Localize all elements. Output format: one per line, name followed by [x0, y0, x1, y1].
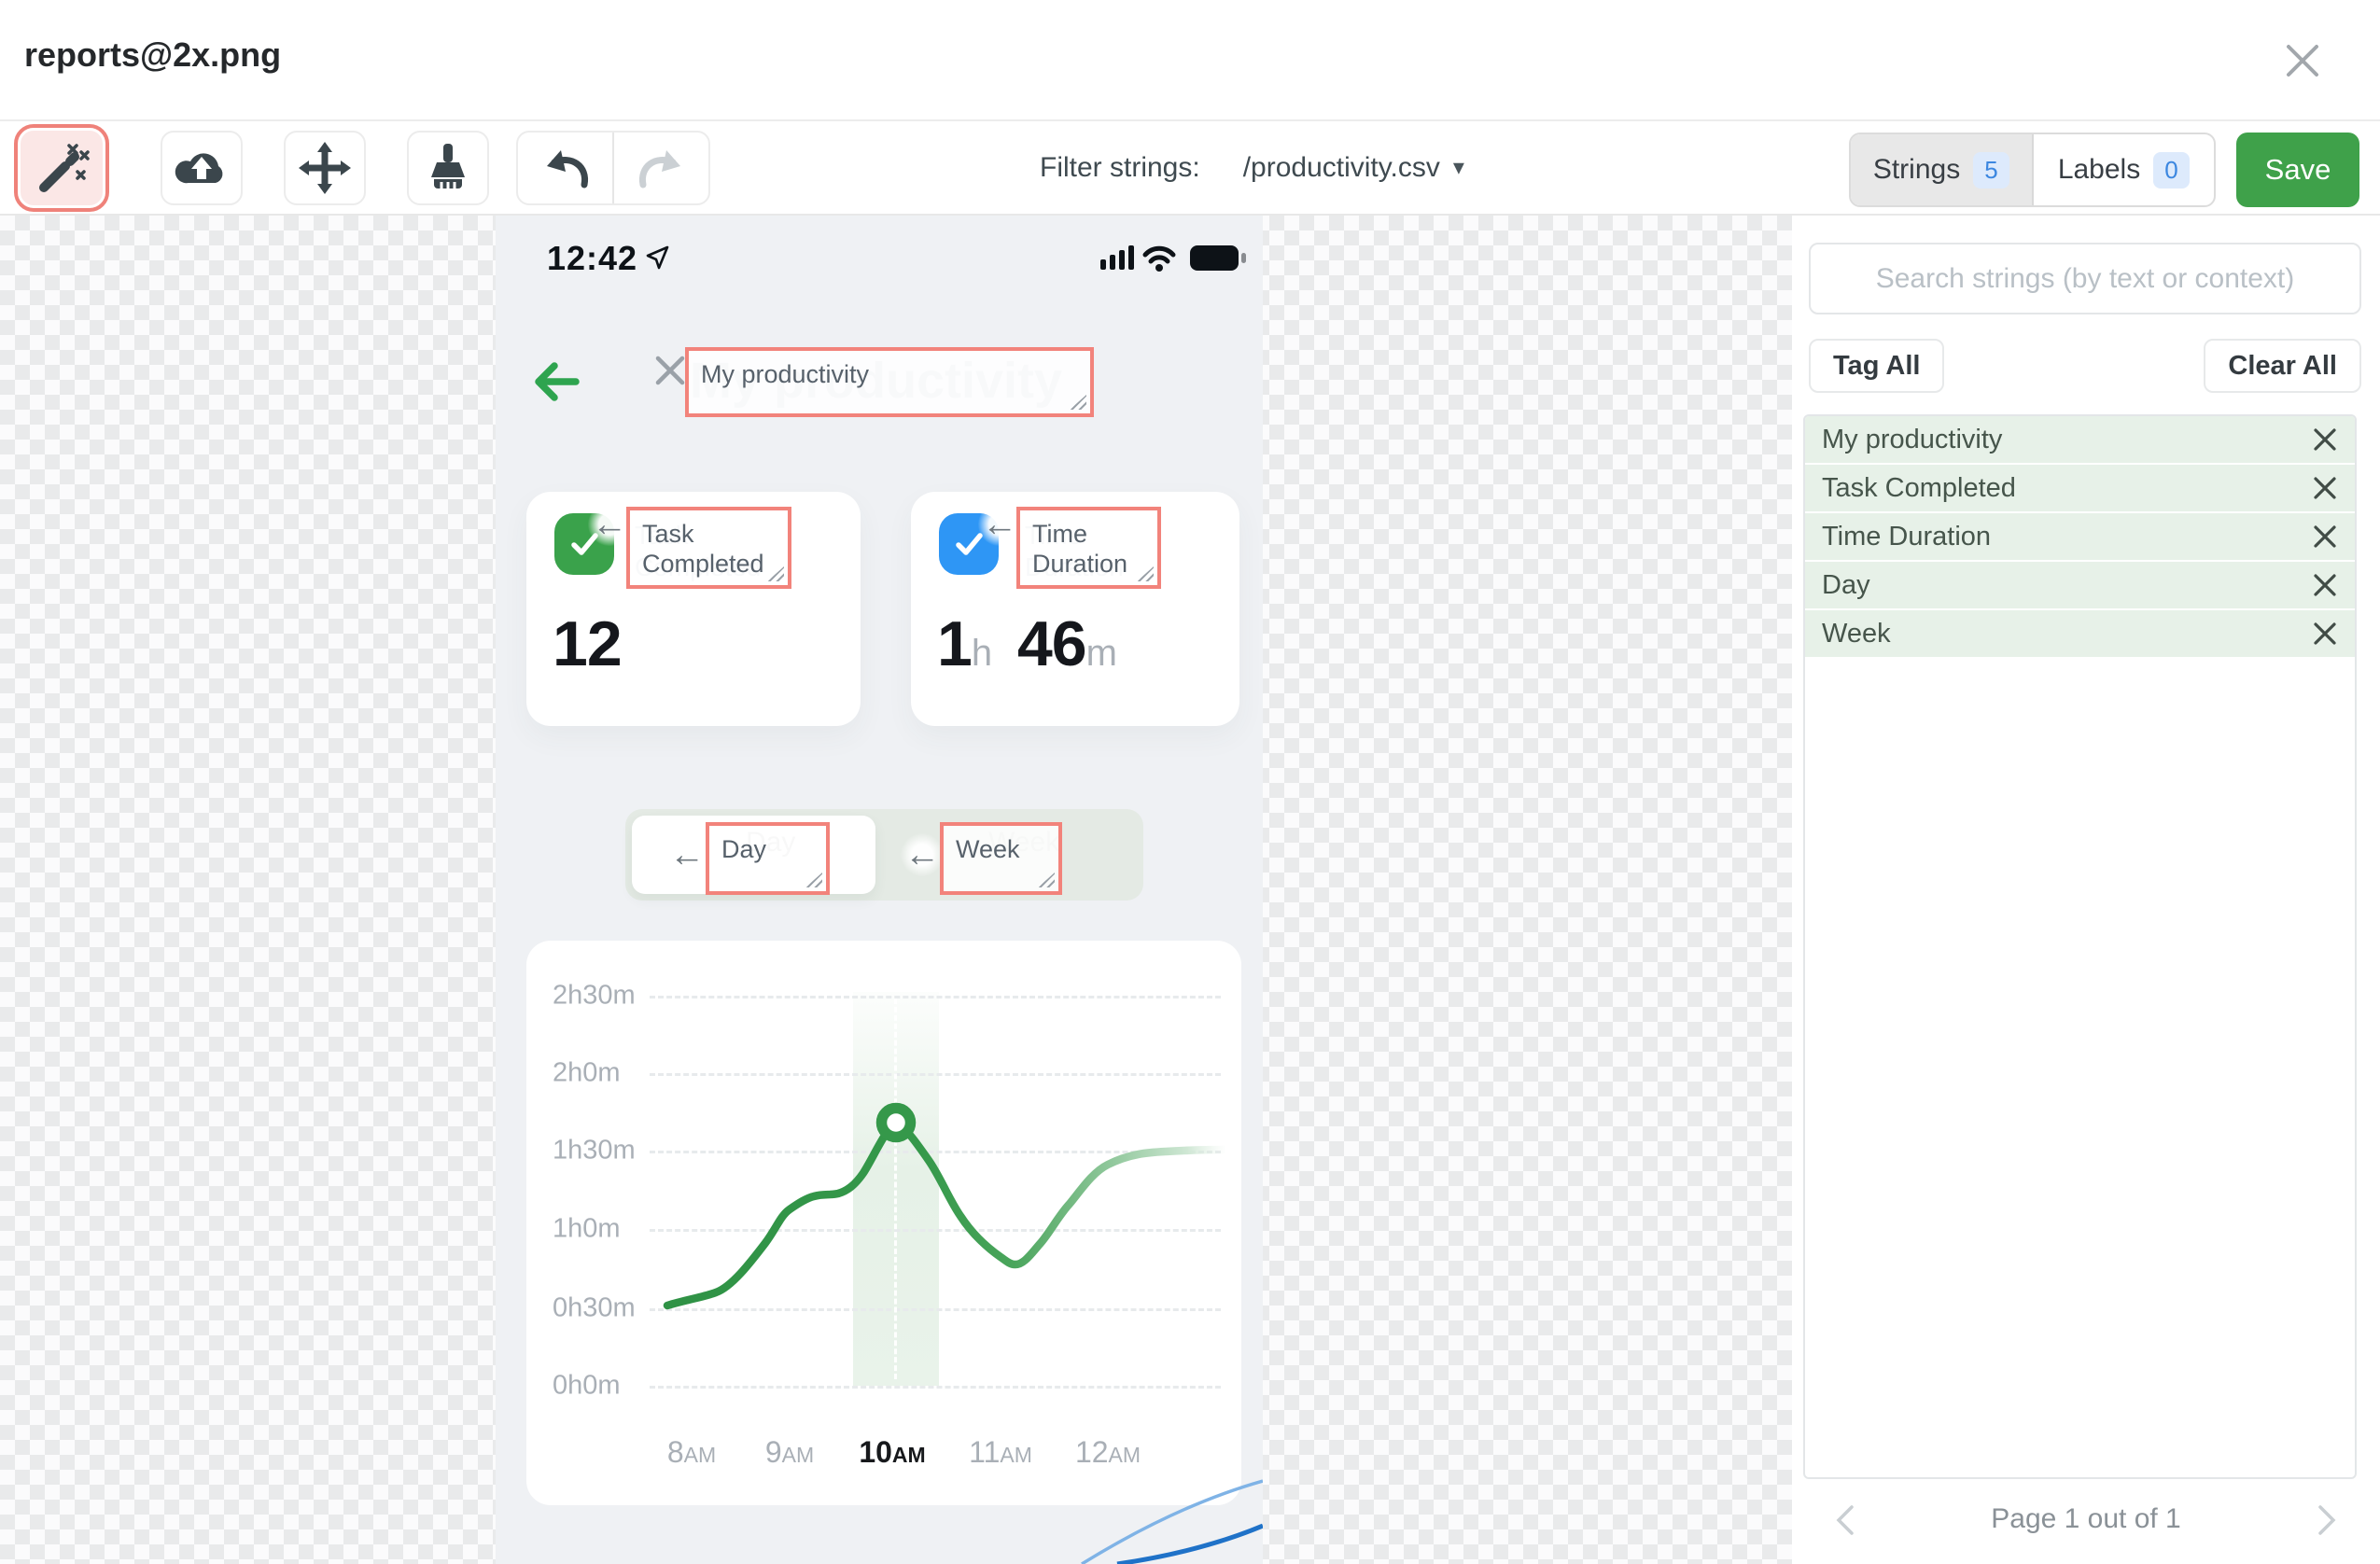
- duration-value: 1h 46m: [937, 608, 1117, 679]
- strings-labels-tabs: Strings 5 Labels 0: [1849, 133, 2216, 207]
- x-tick-selected: 10AM: [859, 1435, 926, 1469]
- bottom-chart-curves: [1081, 1479, 1263, 1564]
- line-series: [663, 1102, 1229, 1310]
- magic-wand-icon: [39, 144, 90, 192]
- remove-string-icon[interactable]: [2312, 572, 2338, 598]
- status-time: 12:42: [547, 239, 638, 277]
- filter-label: Filter strings:: [1040, 151, 1200, 183]
- strings-sidebar: Tag All Clear All My productivity Task C…: [1792, 216, 2380, 1564]
- brush-button[interactable]: [407, 131, 489, 205]
- remove-tag-icon[interactable]: [652, 353, 688, 388]
- page-next-icon[interactable]: [2309, 1501, 2343, 1539]
- back-arrow-icon[interactable]: [529, 356, 581, 408]
- labels-count-badge: 0: [2153, 151, 2190, 189]
- toolbar: Filter strings: /productivity.csv ▾ Stri…: [0, 121, 2380, 216]
- filter-strings: Filter strings: /productivity.csv ▾: [1040, 121, 1464, 214]
- tag-arrow-icon[interactable]: ←: [665, 833, 708, 876]
- tag-arrow-icon[interactable]: ←: [901, 833, 944, 876]
- tag-arrow-icon[interactable]: ←: [588, 503, 631, 546]
- close-icon[interactable]: [2281, 39, 2324, 82]
- tag-box-week[interactable]: Week: [940, 822, 1062, 895]
- signal-icon: [1100, 245, 1134, 270]
- editor-canvas[interactable]: 12:42 My productivity ← Task Completed 1…: [0, 216, 1792, 1564]
- x-tick: 11AM: [969, 1435, 1032, 1469]
- pagination: Page 1 out of 1: [1792, 1496, 2380, 1548]
- tag-box-time-duration[interactable]: Time Duration: [1016, 507, 1161, 589]
- string-item[interactable]: Day: [1805, 562, 2355, 610]
- peak-marker: [875, 1102, 917, 1143]
- move-button[interactable]: [284, 131, 366, 205]
- tag-box-title[interactable]: My productivity: [685, 347, 1094, 417]
- search-input[interactable]: [1809, 243, 2361, 314]
- x-tick: 9AM: [764, 1435, 815, 1469]
- magic-wand-button[interactable]: [14, 124, 109, 212]
- window-title: reports@2x.png: [24, 35, 282, 74]
- tab-strings[interactable]: Strings 5: [1851, 134, 2034, 205]
- remove-string-icon[interactable]: [2312, 426, 2338, 453]
- move-icon: [299, 142, 351, 194]
- tasks-value: 12: [553, 608, 623, 679]
- card-time-duration: TimeDuration ← Time Duration 1h 46m: [911, 492, 1239, 726]
- location-arrow-icon: [646, 245, 669, 270]
- productivity-chart: 2h30m 2h0m 1h30m 1h0m 0h30m 0h0m 8AM 9AM…: [526, 941, 1241, 1505]
- wifi-icon: [1142, 245, 1176, 272]
- tab-labels[interactable]: Labels 0: [2034, 134, 2215, 205]
- upload-button[interactable]: [161, 131, 243, 205]
- window-titlebar: reports@2x.png: [0, 0, 2380, 121]
- filter-file-dropdown[interactable]: /productivity.csv ▾: [1243, 152, 1464, 184]
- redo-icon: [638, 150, 680, 189]
- redo-button[interactable]: [612, 133, 708, 203]
- x-tick: 8AM: [666, 1435, 717, 1469]
- brush-icon: [431, 144, 465, 189]
- remove-string-icon[interactable]: [2312, 475, 2338, 501]
- tag-all-button[interactable]: Tag All: [1809, 339, 1945, 393]
- string-item[interactable]: Week: [1805, 610, 2355, 659]
- remove-string-icon[interactable]: [2312, 621, 2338, 647]
- status-icons: [1100, 245, 1246, 272]
- page-indicator: Page 1 out of 1: [1991, 1503, 2181, 1534]
- chevron-down-icon: ▾: [1452, 155, 1464, 180]
- phone-screenshot: 12:42 My productivity ← Task Completed 1…: [496, 216, 1263, 1564]
- clear-all-button[interactable]: Clear All: [2204, 339, 2361, 393]
- tag-arrow-icon[interactable]: ←: [978, 503, 1021, 546]
- save-button[interactable]: Save: [2236, 133, 2359, 207]
- string-item[interactable]: My productivity: [1805, 416, 2355, 465]
- undo-button[interactable]: [518, 133, 612, 203]
- undo-redo-group: [516, 131, 710, 205]
- undo-icon: [546, 150, 588, 189]
- tag-box-task-completed[interactable]: Task Completed: [626, 507, 791, 589]
- strings-count-badge: 5: [1973, 151, 2009, 189]
- tag-box-day[interactable]: Day: [706, 822, 830, 895]
- battery-icon: [1190, 245, 1246, 271]
- string-item[interactable]: Time Duration: [1805, 513, 2355, 562]
- remove-string-icon[interactable]: [2312, 524, 2338, 550]
- string-item[interactable]: Task Completed: [1805, 465, 2355, 513]
- string-list: My productivity Task Completed Time Dura…: [1803, 414, 2357, 1479]
- card-task-completed: TaskCompleted ← Task Completed 12: [526, 492, 861, 726]
- cloud-upload-icon: [175, 153, 223, 184]
